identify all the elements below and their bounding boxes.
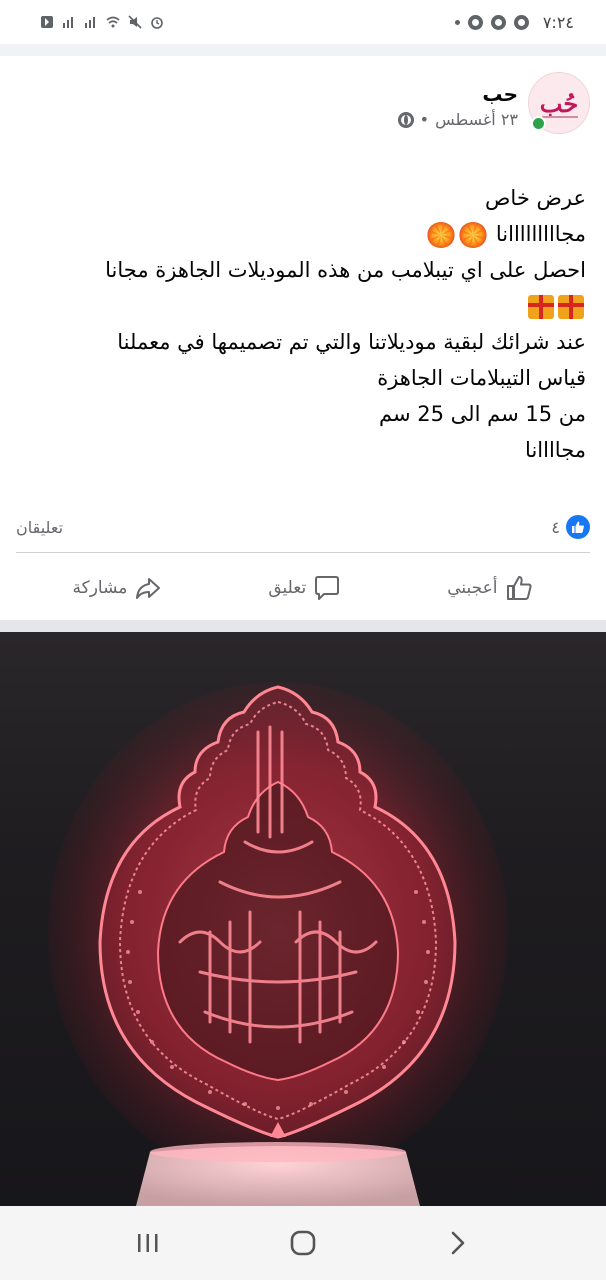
gift-emoji-icon xyxy=(558,295,584,319)
reactions-divider xyxy=(16,552,590,553)
post-line-8: مجاااانا xyxy=(525,438,586,462)
like-reaction-icon xyxy=(566,515,590,539)
post-line-7: من 15 سم الى 25 سم xyxy=(379,402,586,426)
page-avatar[interactable]: حُب xyxy=(528,72,590,134)
post-photo[interactable] xyxy=(0,632,606,1206)
like-button[interactable]: أعجبني xyxy=(447,573,533,603)
post-body: عرض خاص مجااااااااانا احصل على اي تيبلام… xyxy=(20,180,586,468)
comment-icon xyxy=(315,576,340,600)
collision-emoji-icon-2 xyxy=(427,222,456,248)
comments-count[interactable]: تعليقان xyxy=(16,518,63,537)
post-line-1: عرض خاص xyxy=(485,186,586,210)
lamp-image xyxy=(48,682,508,1206)
post-line-5: عند شرائك لبقية موديلاتنا والتي تم تصميم… xyxy=(117,330,586,354)
post-line-3: احصل على اي تيبلامب من هذه الموديلات الج… xyxy=(105,258,586,282)
status-time: ٧:٢٤ xyxy=(542,12,574,32)
recent-apps-icon xyxy=(137,1234,158,1252)
notification-icon xyxy=(41,16,53,28)
share-icon xyxy=(136,578,161,599)
notification-dot-icon xyxy=(454,19,460,25)
header-separator xyxy=(0,44,606,56)
comment-label: تعليق xyxy=(268,578,307,598)
reactions-summary: تعليقان ٤ xyxy=(16,510,590,544)
wifi-icon xyxy=(106,16,120,28)
comment-button[interactable]: تعليق xyxy=(268,573,342,603)
share-label: مشاركة xyxy=(72,578,128,598)
meta-separator: • xyxy=(419,110,430,129)
recent-apps-button[interactable] xyxy=(128,1223,168,1263)
likes-count: ٤ xyxy=(551,517,560,537)
like-label: أعجبني xyxy=(447,578,498,598)
post-actions: أعجبني تعليق مشاركة xyxy=(0,562,606,614)
avatar-logo: حُب xyxy=(539,88,579,118)
post-date[interactable]: ٢٣ أغسطس xyxy=(435,108,518,132)
chrome-icon-2 xyxy=(490,14,506,30)
signal-icon-2 xyxy=(85,17,95,28)
thumbs-up-icon xyxy=(506,576,532,600)
likes-summary[interactable]: ٤ xyxy=(551,515,590,539)
globe-icon xyxy=(397,112,414,128)
home-button[interactable] xyxy=(283,1223,323,1263)
share-button[interactable]: مشاركة xyxy=(73,573,164,603)
post-line-4 xyxy=(20,288,586,324)
status-icons-right: ٧:٢٤ xyxy=(454,12,574,32)
gift-emoji-icon-2 xyxy=(528,295,554,319)
home-icon xyxy=(290,1230,316,1256)
status-icons-left xyxy=(40,15,164,29)
mute-icon xyxy=(128,15,142,29)
page-name[interactable]: حب xyxy=(398,80,518,108)
online-status-icon xyxy=(531,116,546,131)
system-nav-bar xyxy=(0,1206,606,1280)
back-button[interactable] xyxy=(438,1223,478,1263)
post-line-2-text: مجااااااااانا xyxy=(495,222,586,246)
alarm-icon xyxy=(151,17,163,29)
post-header: حُب حب ٢٣ أغسطس • xyxy=(16,72,590,148)
post-header-text: حب ٢٣ أغسطس • xyxy=(397,72,518,132)
chrome-icon-3 xyxy=(513,14,529,30)
signal-icon xyxy=(63,17,73,28)
chrome-icon xyxy=(467,14,483,30)
chevron-right-icon xyxy=(452,1231,465,1255)
post-line-2: مجااااااااانا xyxy=(20,216,586,252)
avatar-underline xyxy=(542,116,578,118)
collision-emoji-icon xyxy=(459,222,488,248)
status-bar: ٧:٢٤ xyxy=(0,0,606,44)
post-line-6: قياس التيبلامات الجاهزة xyxy=(377,366,586,390)
post-meta: ٢٣ أغسطس • xyxy=(397,108,518,132)
post-separator xyxy=(0,620,606,632)
